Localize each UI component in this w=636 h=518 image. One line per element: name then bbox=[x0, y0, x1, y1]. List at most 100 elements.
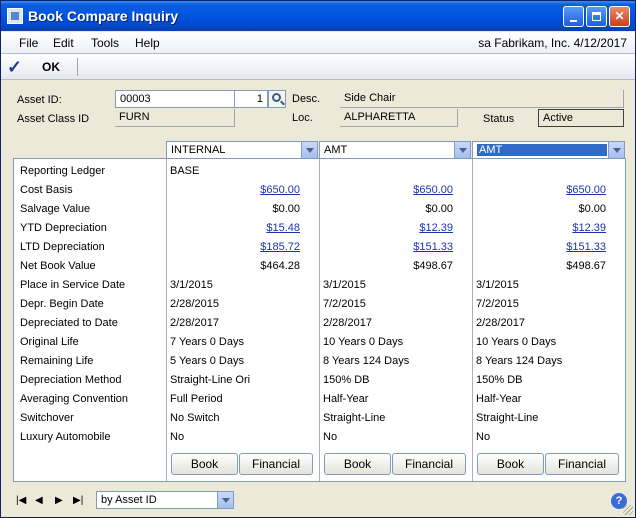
book-select-2-value: AMT bbox=[324, 144, 348, 156]
row-label-averaging-convention: Averaging Convention bbox=[20, 393, 129, 405]
col3-remaining-life: 8 Years 124 Days bbox=[476, 355, 563, 367]
col1-luxury: No bbox=[170, 431, 185, 443]
col1-switchover: No Switch bbox=[170, 412, 220, 424]
minimize-button[interactable] bbox=[563, 6, 584, 27]
col3-ytd-depreciation[interactable]: $12.39 bbox=[476, 222, 606, 234]
toolbar-separator bbox=[77, 58, 78, 76]
col1-place-in-service: 3/1/2015 bbox=[170, 279, 213, 291]
col2-ltd-depreciation[interactable]: $151.33 bbox=[323, 241, 453, 253]
col3-convention: Half-Year bbox=[476, 393, 522, 405]
row-label-depreciation-method: Depreciation Method bbox=[20, 374, 122, 386]
col2-method: 150% DB bbox=[323, 374, 370, 386]
chevron-down-icon[interactable] bbox=[301, 142, 317, 158]
next-record-icon[interactable]: ▶ bbox=[55, 495, 63, 506]
book-select-2[interactable]: AMT bbox=[319, 141, 471, 159]
col1-financial-button[interactable]: Financial bbox=[239, 453, 313, 475]
col2-ytd-depreciation[interactable]: $12.39 bbox=[323, 222, 453, 234]
col1-convention: Full Period bbox=[170, 393, 223, 405]
previous-record-icon[interactable]: ◀ bbox=[35, 495, 43, 506]
col3-cost-basis[interactable]: $650.00 bbox=[476, 184, 606, 196]
row-label-luxury-automobile: Luxury Automobile bbox=[20, 431, 111, 443]
sort-by-value: by Asset ID bbox=[101, 494, 157, 506]
menu-edit[interactable]: Edit bbox=[53, 36, 74, 50]
col1-salvage-value: $0.00 bbox=[272, 203, 300, 215]
first-record-icon[interactable]: |◀ bbox=[16, 495, 26, 506]
book-select-1-value: INTERNAL bbox=[171, 144, 226, 156]
close-button[interactable]: ✕ bbox=[609, 6, 630, 27]
status-value: Active bbox=[538, 109, 624, 127]
col1-book-button[interactable]: Book bbox=[171, 453, 238, 475]
ok-button[interactable]: OK bbox=[42, 60, 60, 74]
col2-place-in-service: 3/1/2015 bbox=[323, 279, 366, 291]
close-icon: ✕ bbox=[614, 9, 625, 23]
asset-suffix-field[interactable]: 1 bbox=[234, 90, 268, 108]
row-label-ltd-depreciation: LTD Depreciation bbox=[20, 241, 105, 253]
col1-method: Straight-Line Ori bbox=[170, 374, 251, 386]
menu-bar: File Edit Tools Help sa Fabrikam, Inc. 4… bbox=[1, 32, 635, 54]
col2-depreciated-to: 2/28/2017 bbox=[323, 317, 372, 329]
row-label-depreciated-to: Depreciated to Date bbox=[20, 317, 118, 329]
sort-by-select[interactable]: by Asset ID bbox=[96, 491, 234, 509]
col1-cost-basis[interactable]: $650.00 bbox=[170, 184, 300, 196]
last-record-icon[interactable]: ▶| bbox=[73, 495, 83, 506]
col2-original-life: 10 Years 0 Days bbox=[323, 336, 404, 348]
row-label-reporting-ledger: Reporting Ledger bbox=[20, 165, 106, 177]
row-label-salvage-value: Salvage Value bbox=[20, 203, 91, 215]
col3-switchover: Straight-Line bbox=[476, 412, 539, 424]
col2-luxury: No bbox=[323, 431, 338, 443]
title-bar: Book Compare Inquiry ✕ bbox=[1, 1, 635, 31]
chevron-down-icon[interactable] bbox=[454, 142, 470, 158]
row-label-original-life: Original Life bbox=[20, 336, 79, 348]
asset-class-label: Asset Class ID bbox=[17, 113, 90, 125]
col3-place-in-service: 3/1/2015 bbox=[476, 279, 519, 291]
col2-book-button[interactable]: Book bbox=[324, 453, 391, 475]
menu-help[interactable]: Help bbox=[135, 36, 160, 50]
col1-ytd-depreciation[interactable]: $15.48 bbox=[170, 222, 300, 234]
row-label-cost-basis: Cost Basis bbox=[20, 184, 73, 196]
col2-net-book-value: $498.67 bbox=[413, 260, 453, 272]
row-label-switchover: Switchover bbox=[20, 412, 74, 424]
col3-net-book-value: $498.67 bbox=[566, 260, 606, 272]
loc-value: ALPHARETTA bbox=[340, 109, 458, 127]
menu-tools[interactable]: Tools bbox=[91, 36, 119, 50]
status-label: Status bbox=[483, 113, 515, 125]
book-select-1[interactable]: INTERNAL bbox=[166, 141, 318, 159]
col2-switchover: Straight-Line bbox=[323, 412, 386, 424]
col2-financial-button[interactable]: Financial bbox=[392, 453, 466, 475]
book-select-3-value: AMT bbox=[477, 144, 607, 156]
col3-book-button[interactable]: Book bbox=[477, 453, 544, 475]
asset-id-field[interactable]: 00003 bbox=[115, 90, 235, 108]
row-label-depr-begin: Depr. Begin Date bbox=[20, 298, 104, 310]
row-label-net-book-value: Net Book Value bbox=[20, 260, 96, 272]
book-compare-window: Book Compare Inquiry ✕ File Edit Tools H… bbox=[0, 0, 636, 518]
chevron-down-icon[interactable] bbox=[608, 142, 624, 158]
bottom-bar: |◀ ◀ ▶ ▶| by Asset ID ? bbox=[1, 485, 635, 517]
col2-convention: Half-Year bbox=[323, 393, 369, 405]
col3-ltd-depreciation[interactable]: $151.33 bbox=[476, 241, 606, 253]
maximize-button[interactable] bbox=[586, 6, 607, 27]
col2-remaining-life: 8 Years 124 Days bbox=[323, 355, 410, 367]
col2-depr-begin: 7/2/2015 bbox=[323, 298, 366, 310]
col1-depreciated-to: 2/28/2017 bbox=[170, 317, 219, 329]
book-compare-grid: Reporting Ledger Cost Basis Salvage Valu… bbox=[13, 158, 626, 482]
col1-ltd-depreciation[interactable]: $185.72 bbox=[170, 241, 300, 253]
col3-depreciated-to: 2/28/2017 bbox=[476, 317, 525, 329]
checkmark-icon[interactable]: ✓ bbox=[7, 57, 22, 78]
maximize-icon bbox=[592, 12, 601, 21]
col3-luxury: No bbox=[476, 431, 491, 443]
col3-method: 150% DB bbox=[476, 374, 523, 386]
desc-value: Side Chair bbox=[340, 90, 624, 108]
resize-grip[interactable] bbox=[623, 505, 633, 515]
col2-cost-basis[interactable]: $650.00 bbox=[323, 184, 453, 196]
loc-label: Loc. bbox=[292, 112, 313, 124]
lookup-button[interactable] bbox=[268, 90, 286, 108]
window-app-icon bbox=[7, 8, 23, 24]
col3-financial-button[interactable]: Financial bbox=[545, 453, 619, 475]
toolbar: ✓ OK bbox=[1, 54, 635, 80]
col3-original-life: 10 Years 0 Days bbox=[476, 336, 557, 348]
col1-net-book-value: $464.28 bbox=[260, 260, 300, 272]
menu-file[interactable]: File bbox=[19, 36, 38, 50]
chevron-down-icon[interactable] bbox=[217, 492, 233, 508]
asset-class-value: FURN bbox=[115, 109, 235, 127]
book-select-3[interactable]: AMT bbox=[472, 141, 625, 159]
